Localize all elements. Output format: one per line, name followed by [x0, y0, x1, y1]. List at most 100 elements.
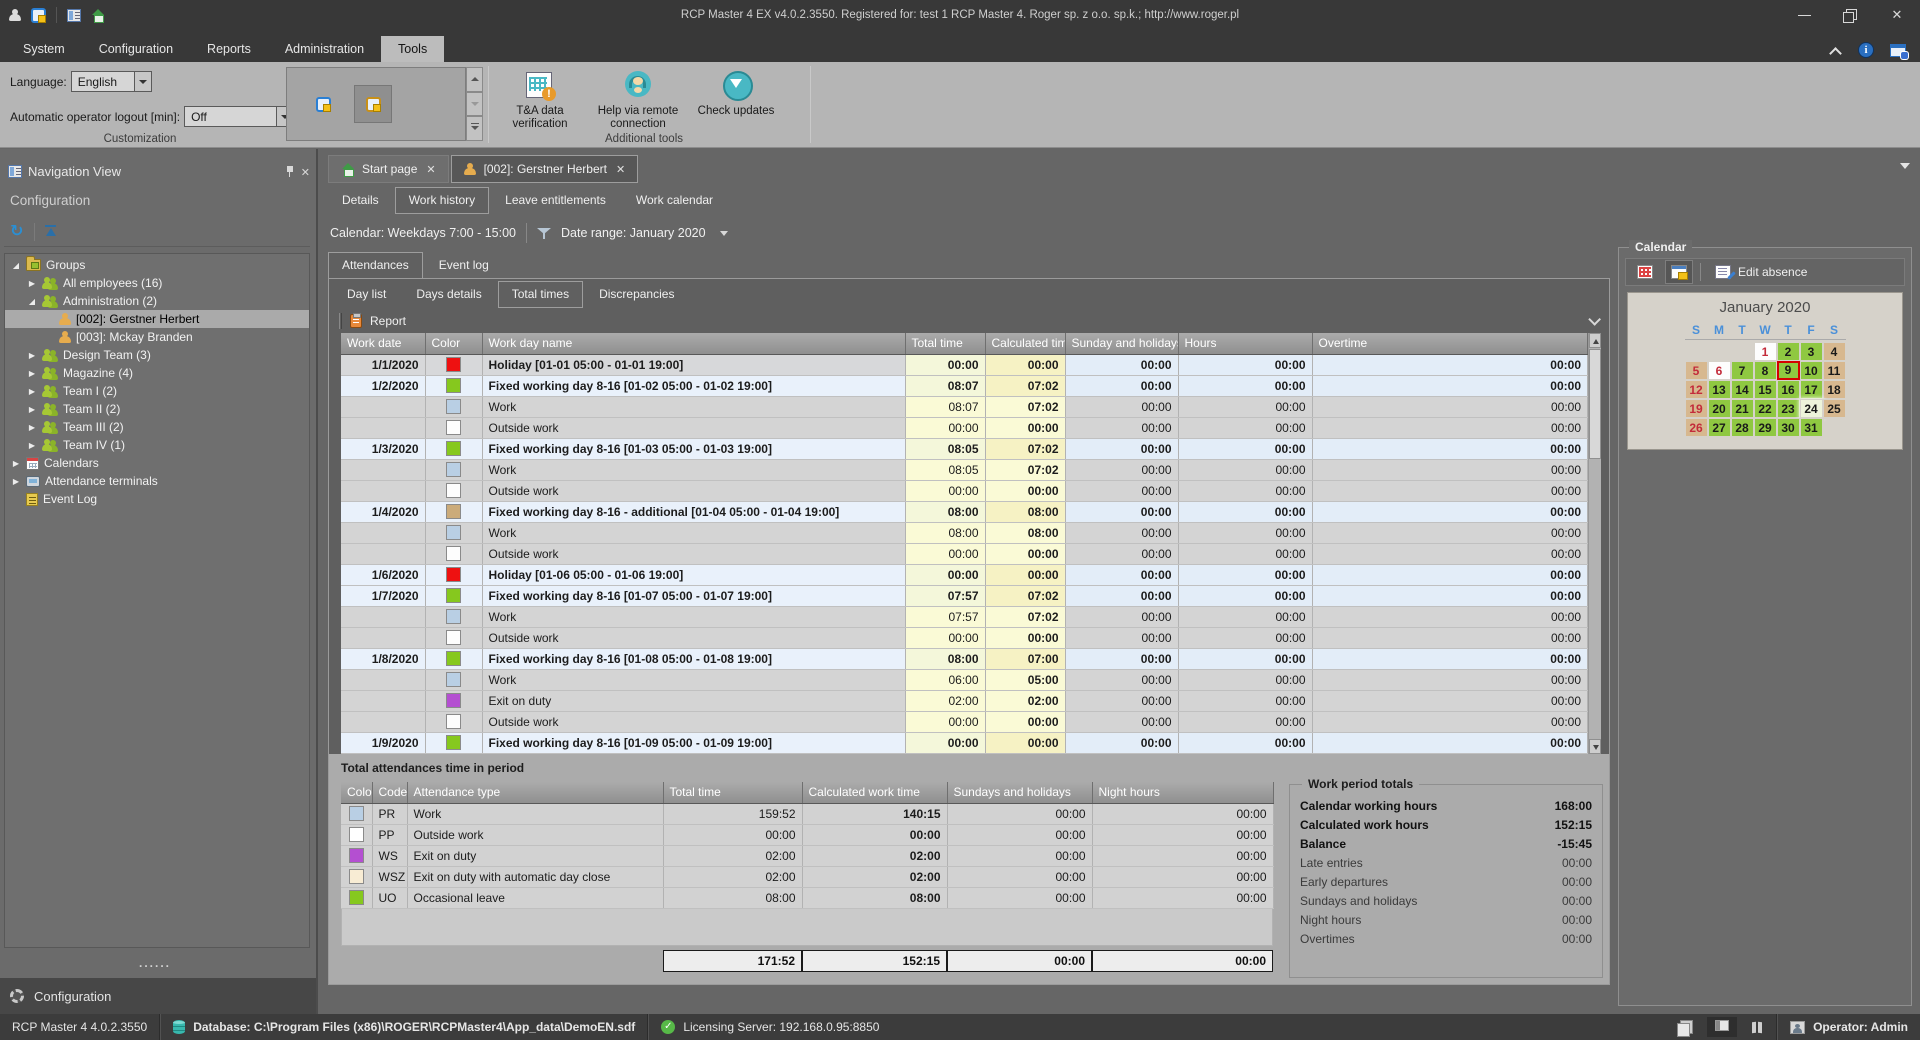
close-tab-icon[interactable]: ✕ — [426, 163, 435, 176]
gallery-item-1[interactable] — [305, 86, 341, 122]
column-header-sunday-and-holidays[interactable]: Sunday and holidays — [1065, 333, 1179, 355]
tree-item-003-mckay-branden[interactable]: [003]: Mckay Branden — [5, 328, 309, 346]
scroll-up-icon[interactable] — [466, 67, 483, 92]
expander-open-icon[interactable]: ◢ — [11, 261, 21, 270]
calendar-day-23[interactable]: 23 — [1776, 399, 1800, 418]
expander-closed-icon[interactable]: ▶ — [27, 441, 37, 450]
column-header-hours[interactable]: Hours — [1178, 333, 1313, 355]
tab-details[interactable]: Details — [328, 187, 393, 214]
menu-tab-system[interactable]: System — [6, 36, 82, 62]
menu-tab-administration[interactable]: Administration — [268, 36, 381, 62]
tab-leave-entitlements[interactable]: Leave entitlements — [491, 187, 620, 214]
expander-closed-icon[interactable]: ▶ — [27, 405, 37, 414]
report-row[interactable]: Work 08:07 07:02 00:00 00:00 00:00 — [341, 396, 1588, 418]
tree-item-team-iv-1[interactable]: ▶ Team IV (1) — [5, 436, 309, 454]
column-header-color[interactable]: Color — [341, 782, 373, 804]
report-expand-icon[interactable] — [1588, 312, 1601, 326]
menu-tab-configuration[interactable]: Configuration — [82, 36, 190, 62]
calendar-day-13[interactable]: 13 — [1707, 380, 1731, 399]
tree-item-event-log[interactable]: Event Log — [5, 490, 309, 508]
expander-closed-icon[interactable]: ▶ — [27, 423, 37, 432]
tab-day-list[interactable]: Day list — [333, 281, 400, 308]
scroll-up-icon[interactable] — [1589, 333, 1601, 348]
calendar-day-7[interactable]: 7 — [1730, 361, 1754, 380]
date-range-dropdown[interactable]: Date range: January 2020 — [561, 226, 706, 240]
help-via-remote-connection-button[interactable]: Help via remote connection — [592, 66, 684, 131]
calendar-day-10[interactable]: 10 — [1799, 361, 1823, 380]
calendar-day-16[interactable]: 16 — [1776, 380, 1800, 399]
calendar-view-button[interactable] — [1632, 261, 1658, 283]
toolbar-grip[interactable] — [339, 313, 342, 329]
scroll-down-icon[interactable] — [1589, 739, 1601, 754]
dropdown-arrow-icon[interactable] — [133, 72, 151, 91]
expander-closed-icon[interactable]: ▶ — [11, 477, 21, 486]
summary-row[interactable]: PR Work 159:52 140:15 00:00 00:00 — [341, 803, 1274, 825]
calendar-day-15[interactable]: 15 — [1753, 380, 1777, 399]
report-row[interactable]: 1/2/2020 Fixed working day 8-16 [01-02 05… — [341, 375, 1588, 397]
t-a-data-verification-button[interactable]: T&A data verification — [494, 66, 586, 131]
tab-work-history[interactable]: Work history — [394, 187, 490, 214]
panel-resize-grip[interactable]: ...... — [0, 956, 310, 970]
report-row[interactable]: Work 08:00 08:00 00:00 00:00 00:00 — [341, 522, 1588, 544]
calendar-edit-mode-button[interactable] — [1665, 260, 1693, 284]
report-row[interactable]: 1/3/2020 Fixed working day 8-16 [01-03 05… — [341, 438, 1588, 460]
tab-days-details[interactable]: Days details — [402, 281, 495, 308]
report-row[interactable]: Outside work 00:00 00:00 00:00 00:00 00:00 — [341, 627, 1588, 649]
calendar-day-25[interactable]: 25 — [1822, 399, 1846, 418]
tree-item-magazine-4[interactable]: ▶ Magazine (4) — [5, 364, 309, 382]
menu-tab-reports[interactable]: Reports — [190, 36, 268, 62]
column-header-sundays-and-holidays[interactable]: Sundays and holidays — [947, 782, 1093, 804]
close-button[interactable] — [1874, 0, 1920, 30]
column-header-code[interactable]: Code — [372, 782, 408, 804]
tab-attendances[interactable]: Attendances — [328, 252, 423, 279]
column-header-work-day-name[interactable]: Work day name — [482, 333, 906, 355]
calendar-day-28[interactable]: 28 — [1730, 418, 1754, 437]
tree-item-team-ii-2[interactable]: ▶ Team II (2) — [5, 400, 309, 418]
doc-tab-002-gerstner-herbert[interactable]: [002]: Gerstner Herbert ✕ — [450, 155, 639, 183]
info-icon[interactable] — [1858, 42, 1874, 58]
pin-icon[interactable] — [285, 165, 295, 178]
chevron-down-icon[interactable] — [719, 230, 728, 236]
calendar-day-2[interactable]: 2 — [1776, 342, 1800, 361]
panel-toggle-button[interactable] — [1707, 1017, 1738, 1037]
minimize-button[interactable] — [1782, 0, 1828, 30]
calendar-day-8[interactable]: 8 — [1753, 361, 1777, 380]
expander-closed-icon[interactable]: ▶ — [27, 369, 37, 378]
tree-item-all-employees-16[interactable]: ▶ All employees (16) — [5, 274, 309, 292]
expander-open-icon[interactable]: ◢ — [27, 297, 37, 306]
calendar-day-6[interactable]: 6 — [1707, 361, 1731, 380]
check-updates-button[interactable]: Check updates — [690, 66, 782, 131]
summary-row[interactable]: WS Exit on duty 02:00 02:00 00:00 00:00 — [341, 845, 1274, 867]
tab-work-calendar[interactable]: Work calendar — [622, 187, 727, 214]
calendar-day-11[interactable]: 11 — [1822, 361, 1846, 380]
column-header-calculated-time[interactable]: Calculated time — [985, 333, 1066, 355]
expander-closed-icon[interactable]: ▶ — [27, 351, 37, 360]
calendar-day-20[interactable]: 20 — [1707, 399, 1731, 418]
calendar-day-17[interactable]: 17 — [1799, 380, 1823, 399]
auto-logout-select[interactable]: Off — [184, 106, 295, 127]
report-row[interactable]: Outside work 00:00 00:00 00:00 00:00 00:00 — [341, 711, 1588, 733]
report-row[interactable]: Work 08:05 07:02 00:00 00:00 00:00 — [341, 459, 1588, 481]
report-row[interactable]: 1/6/2020 Holiday [01-06 05:00 - 01-06 19:… — [341, 564, 1588, 586]
column-header-overtime[interactable]: Overtime — [1312, 333, 1588, 355]
calendar-day-12[interactable]: 12 — [1684, 380, 1708, 399]
log-book-icon[interactable] — [1751, 1021, 1764, 1034]
language-select[interactable]: English — [70, 71, 152, 92]
report-row[interactable]: Exit on duty 02:00 02:00 00:00 00:00 00:00 — [341, 690, 1588, 712]
configuration-bottom-bar[interactable]: Configuration — [0, 978, 316, 1014]
vertical-scrollbar[interactable] — [1588, 333, 1601, 754]
scrollbar-thumb[interactable] — [1589, 349, 1601, 459]
report-row[interactable]: Outside work 00:00 00:00 00:00 00:00 00:00 — [341, 417, 1588, 439]
calendar-day-22[interactable]: 22 — [1753, 399, 1777, 418]
tree-item-team-iii-2[interactable]: ▶ Team III (2) — [5, 418, 309, 436]
window-options-icon[interactable] — [1890, 43, 1908, 59]
tree-item-design-team-3[interactable]: ▶ Design Team (3) — [5, 346, 309, 364]
doc-tab-start-page[interactable]: Start page ✕ — [328, 155, 449, 183]
calendar-day-3[interactable]: 3 — [1799, 342, 1823, 361]
tree-item-groups[interactable]: ◢ Groups — [5, 256, 309, 274]
tab-total-times[interactable]: Total times — [497, 281, 584, 308]
report-row[interactable]: 1/4/2020 Fixed working day 8-16 - additio… — [341, 501, 1588, 523]
refresh-icon[interactable] — [10, 224, 26, 240]
column-header-work-date[interactable]: Work date — [341, 333, 426, 355]
calendar-day-9-selected[interactable]: 9 — [1776, 361, 1800, 380]
